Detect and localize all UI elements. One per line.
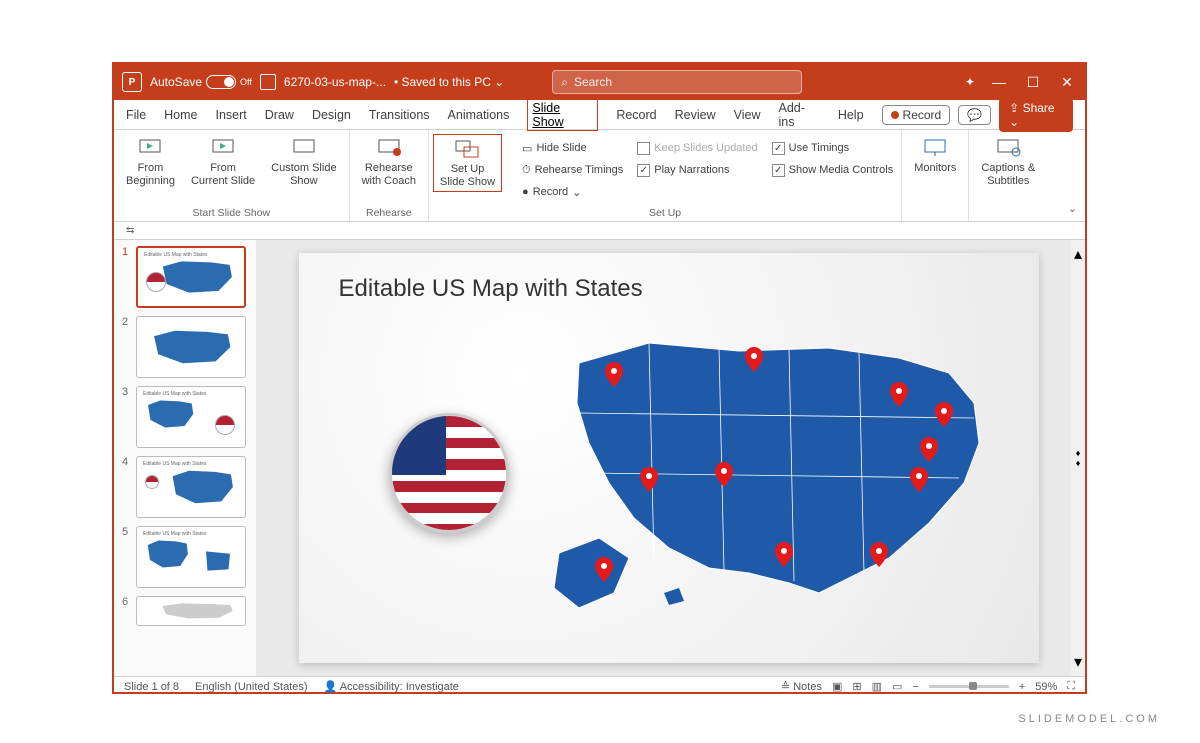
quick-access-bar: ⇆ xyxy=(114,222,1085,240)
share-button[interactable]: ⇪ Share ⌄ xyxy=(999,98,1073,132)
minimize-button[interactable]: — xyxy=(989,74,1009,90)
canvas-scrollbar[interactable]: ▴♦♦▾ xyxy=(1071,240,1085,676)
titlebar: P AutoSave Off 6270-03-us-map-... • Save… xyxy=(114,64,1085,100)
rehearse-timings-button[interactable]: ⏱ Rehearse Timings xyxy=(522,160,623,180)
tab-addins[interactable]: Add-ins xyxy=(779,99,820,131)
tab-view[interactable]: View xyxy=(734,106,761,124)
slide-thumbnails-panel: 1Editable US Map with States 2 3Editable… xyxy=(114,240,256,676)
slide-counter[interactable]: Slide 1 of 8 xyxy=(124,681,179,693)
watermark: SLIDEMODEL.COM xyxy=(1018,713,1160,725)
monitor-icon xyxy=(921,136,949,160)
from-current-slide-button[interactable]: From Current Slide xyxy=(187,134,259,190)
group-label-setup: Set Up xyxy=(649,207,681,219)
tab-slideshow[interactable]: Slide Show xyxy=(527,99,598,131)
ribbon: From Beginning From Current Slide Custom… xyxy=(114,130,1085,222)
search-icon: ⌕ xyxy=(561,75,568,90)
custom-show-icon xyxy=(290,136,318,160)
us-flag-circle xyxy=(389,413,509,533)
play-current-icon xyxy=(209,136,237,160)
notes-button[interactable]: ≙ Notes xyxy=(781,680,822,693)
record-dropdown[interactable]: ● Record ⌄ xyxy=(522,182,623,202)
powerpoint-window: P AutoSave Off 6270-03-us-map-... • Save… xyxy=(112,62,1087,694)
tab-design[interactable]: Design xyxy=(312,106,351,124)
normal-view-icon[interactable]: ▣ xyxy=(832,680,842,693)
statusbar: Slide 1 of 8 English (United States) 👤 A… xyxy=(114,676,1085,696)
monitors-button[interactable]: Monitors xyxy=(910,134,960,177)
group-label-start: Start Slide Show xyxy=(192,207,270,219)
slide-canvas[interactable]: Editable US Map with States xyxy=(299,253,1039,663)
tab-home[interactable]: Home xyxy=(164,106,197,124)
record-button[interactable]: Record xyxy=(882,105,951,125)
group-label-rehearse: Rehearse xyxy=(366,207,412,219)
thumbnail-6[interactable] xyxy=(136,596,246,626)
sparkle-icon[interactable]: ✦ xyxy=(965,75,975,89)
thumbnail-5[interactable]: Editable US Map with States xyxy=(136,526,246,588)
use-timings-checkbox[interactable]: Use Timings xyxy=(772,138,894,158)
thumbnail-4[interactable]: Editable US Map with States xyxy=(136,456,246,518)
collapse-ribbon-icon[interactable]: ⌄ xyxy=(1068,202,1077,215)
keep-slides-updated-checkbox[interactable]: Keep Slides Updated xyxy=(637,138,757,158)
ribbon-tabs: File Home Insert Draw Design Transitions… xyxy=(114,100,1085,130)
tab-draw[interactable]: Draw xyxy=(265,106,294,124)
tab-record[interactable]: Record xyxy=(616,106,656,124)
rehearse-with-coach-button[interactable]: Rehearse with Coach xyxy=(358,134,420,190)
slide-title: Editable US Map with States xyxy=(339,275,643,303)
tab-insert[interactable]: Insert xyxy=(216,106,247,124)
tab-transitions[interactable]: Transitions xyxy=(369,106,430,124)
hide-slide-button[interactable]: ▭ Hide Slide xyxy=(522,138,623,158)
toggle-off-icon xyxy=(206,75,236,89)
play-narrations-checkbox[interactable]: Play Narrations xyxy=(637,160,757,180)
zoom-out-button[interactable]: − xyxy=(912,681,918,693)
set-up-slide-show-button[interactable]: Set Up Slide Show xyxy=(433,134,502,192)
close-button[interactable]: ✕ xyxy=(1057,74,1077,91)
workspace: 1Editable US Map with States 2 3Editable… xyxy=(114,240,1085,676)
language-status[interactable]: English (United States) xyxy=(195,681,308,693)
fit-to-window-icon[interactable]: ⛶ xyxy=(1067,680,1075,693)
thumbnail-1[interactable]: Editable US Map with States xyxy=(136,246,246,308)
slideshow-view-icon[interactable]: ▭ xyxy=(892,680,902,693)
tab-help[interactable]: Help xyxy=(838,106,864,124)
thumbnail-2[interactable] xyxy=(136,316,246,378)
maximize-button[interactable]: ☐ xyxy=(1023,74,1043,91)
slide-sorter-icon[interactable]: ⊞ xyxy=(852,680,861,693)
search-input[interactable]: ⌕ Search xyxy=(552,70,802,94)
document-filename: 6270-03-us-map-... xyxy=(284,75,386,89)
tab-file[interactable]: File xyxy=(126,106,146,124)
reading-view-icon[interactable]: ▥ xyxy=(872,680,882,693)
autosave-toggle[interactable]: AutoSave Off xyxy=(150,75,252,89)
powerpoint-icon: P xyxy=(122,72,142,92)
captions-icon xyxy=(994,136,1022,160)
captions-subtitles-button[interactable]: Captions & Subtitles xyxy=(977,134,1039,190)
comments-button[interactable]: 💬 xyxy=(958,105,991,125)
save-icon[interactable] xyxy=(260,74,276,90)
from-beginning-button[interactable]: From Beginning xyxy=(122,134,179,190)
custom-slide-show-button[interactable]: Custom Slide Show xyxy=(267,134,340,190)
tab-animations[interactable]: Animations xyxy=(448,106,510,124)
accessibility-status[interactable]: 👤 Accessibility: Investigate xyxy=(324,680,459,693)
coach-icon xyxy=(375,136,403,160)
thumbnails-scrollbar[interactable] xyxy=(256,240,266,676)
tab-review[interactable]: Review xyxy=(675,106,716,124)
save-status: • Saved to this PC ⌄ xyxy=(394,75,504,89)
setup-icon xyxy=(454,137,482,161)
show-media-controls-checkbox[interactable]: Show Media Controls xyxy=(772,160,894,180)
slide-canvas-area: Editable US Map with States xyxy=(266,240,1071,676)
zoom-level[interactable]: 59% xyxy=(1035,681,1057,693)
us-map-graphic xyxy=(519,323,999,633)
play-icon xyxy=(136,136,164,160)
thumbnail-3[interactable]: Editable US Map with States xyxy=(136,386,246,448)
zoom-slider[interactable] xyxy=(929,685,1009,688)
zoom-in-button[interactable]: + xyxy=(1019,681,1025,693)
